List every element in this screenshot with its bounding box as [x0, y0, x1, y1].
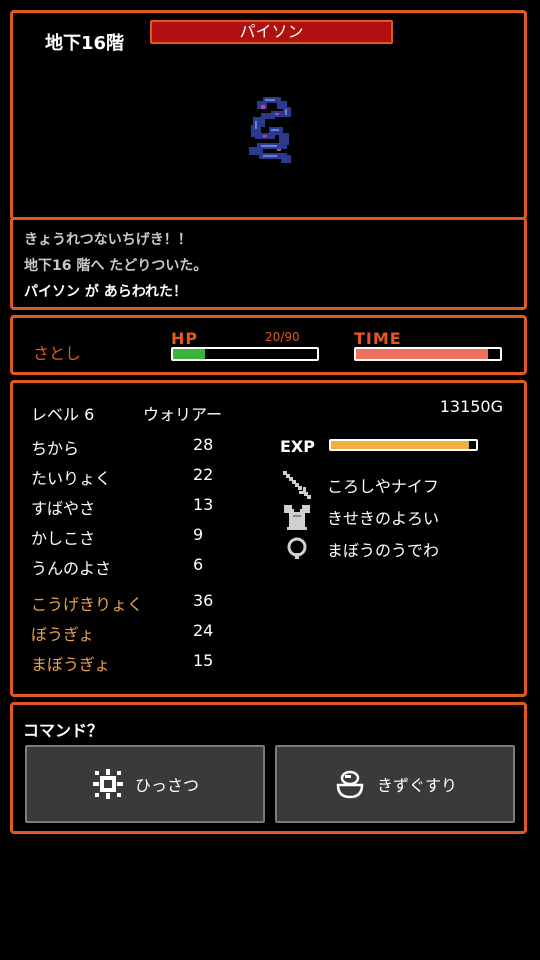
hp-bar-fill — [173, 349, 205, 359]
enemy-name-banner: パイソン — [150, 20, 393, 44]
player-name: さとし — [33, 344, 82, 363]
equipment-name: まぼうのうでわ — [327, 541, 440, 560]
knife-icon — [283, 471, 311, 499]
character-stats-panel: レベル 6 ウォリアー 13150G ちから 28 たいりょく 22 すばやさ … — [10, 380, 527, 697]
python-enemy-sprite[interactable] — [241, 93, 301, 165]
exp-label: EXP — [280, 437, 315, 456]
combat-stat-value: 24 — [193, 621, 214, 640]
stat-label: うんのよさ — [31, 559, 112, 578]
special-attack-icon — [92, 769, 123, 799]
stat-label: ちから — [31, 439, 80, 458]
stat-value: 13 — [193, 495, 214, 514]
time-bar-fill — [356, 349, 489, 359]
equipment-accessory[interactable]: まぼうのうでわ — [281, 533, 439, 565]
bracelet-icon — [287, 537, 307, 559]
job-label: ウォリアー — [143, 405, 223, 424]
stat-label: かしこさ — [31, 529, 96, 548]
stat-label: すばやさ — [31, 499, 96, 518]
combat-stat-label: まぼうぎょ — [31, 655, 111, 674]
special-attack-button[interactable]: ひっさつ — [25, 745, 265, 823]
special-attack-label: ひっさつ — [134, 776, 199, 795]
combat-stat-value: 36 — [193, 591, 214, 610]
combat-stat-label: ぼうぎょ — [31, 625, 95, 644]
floor-label: 地下16階 — [45, 33, 125, 54]
exp-bar — [329, 439, 478, 451]
command-panel: コマンド？ ひっさつ きずぐすり — [10, 702, 527, 834]
hp-bar — [171, 347, 319, 361]
stat-value: 9 — [193, 525, 204, 544]
time-label: TIME — [354, 329, 402, 348]
hp-value: 20/90 — [265, 330, 300, 344]
stat-value: 28 — [193, 435, 214, 454]
message-log: きょうれつないちげき！！ 地下16 階へ たどりついた。 パイソン が あらわれ… — [10, 217, 527, 310]
stat-value: 22 — [193, 465, 214, 484]
stat-value: 6 — [193, 555, 204, 574]
log-line: 地下16 階へ たどりついた。 — [24, 258, 208, 274]
combat-stat-value: 15 — [193, 651, 214, 670]
hp-label: HP — [171, 329, 199, 348]
armor-icon — [284, 505, 310, 530]
battle-panel: 地下16階 パイソン — [10, 10, 527, 220]
equipment-name: ころしやナイフ — [327, 477, 439, 496]
log-line: パイソン が あらわれた！ — [24, 284, 188, 300]
potion-icon — [336, 770, 364, 799]
equipment-armor[interactable]: きせきのよろい — [281, 501, 439, 533]
combat-stat-label: こうげきりょく — [31, 595, 144, 614]
log-line: きょうれつないちげき！！ — [24, 232, 192, 248]
heal-potion-label: きずぐすり — [376, 776, 457, 795]
heal-potion-button[interactable]: きずぐすり — [275, 745, 515, 823]
stat-label: たいりょく — [31, 469, 112, 488]
level-label: レベル 6 — [31, 405, 95, 424]
status-panel: さとし HP 20/90 TIME — [10, 315, 527, 375]
command-prompt: コマンド？ — [23, 721, 104, 740]
equipment-name: きせきのよろい — [327, 509, 440, 528]
exp-bar-fill — [331, 441, 469, 449]
equipment-weapon[interactable]: ころしやナイフ — [281, 469, 439, 501]
time-bar — [354, 347, 502, 361]
gold-amount: 13150G — [439, 397, 503, 416]
